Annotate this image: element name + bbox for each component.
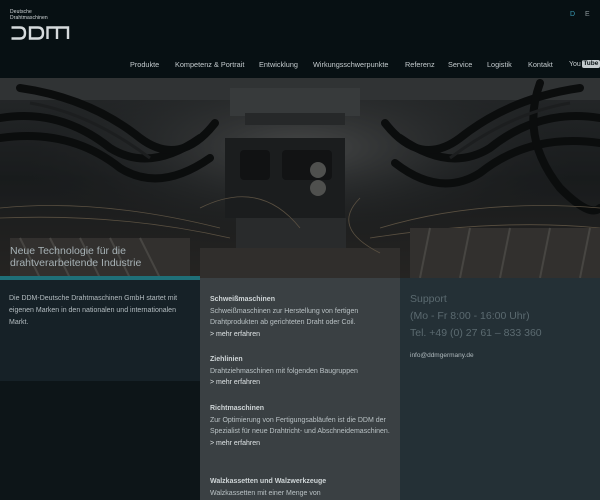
- nav-logistik[interactable]: Logistik: [487, 60, 512, 74]
- intro-panel: Die DDM-Deutsche Drahtmaschinen GmbH sta…: [0, 280, 200, 381]
- more-link[interactable]: > mehr erfahren: [210, 329, 395, 341]
- product-block-schweissmaschinen: Schweißmaschinen Schweißmaschinen zur He…: [210, 294, 395, 340]
- left-footer-area: [0, 381, 200, 500]
- youtube-link[interactable]: You Tube: [569, 60, 600, 68]
- support-email-link[interactable]: info@ddmgermany.de: [410, 352, 474, 359]
- hero-caption-line-2: drahtverarbeitende Industrie: [10, 256, 142, 269]
- product-title[interactable]: Walzkassetten und Walzwerkzeuge: [210, 476, 395, 488]
- more-link[interactable]: > mehr erfahren: [210, 377, 395, 389]
- youtube-tube-text: Tube: [581, 60, 600, 68]
- support-phone[interactable]: Tel. +49 (0) 27 61 – 833 360: [410, 325, 542, 342]
- nav-kompetenz-portrait[interactable]: Kompetenz & Portrait: [175, 60, 244, 74]
- language-en-link[interactable]: E: [585, 11, 590, 18]
- hero-caption: Neue Technologie für die drahtverarbeite…: [10, 245, 142, 269]
- logo-text[interactable]: Deutsche Drahtmaschinen: [10, 9, 48, 21]
- nav-kontakt[interactable]: Kontakt: [528, 60, 553, 74]
- support-info: Support (Mo - Fr 8:00 - 16:00 Uhr) Tel. …: [410, 291, 542, 342]
- support-panel: Support (Mo - Fr 8:00 - 16:00 Uhr) Tel. …: [400, 278, 600, 500]
- more-link[interactable]: > mehr erfahren: [210, 438, 395, 450]
- nav-entwicklung[interactable]: Entwicklung: [259, 60, 298, 74]
- product-block-richtmaschinen: Richtmaschinen Zur Optimierung von Ferti…: [210, 403, 395, 449]
- nav-wirkungsschwerpunkte[interactable]: Wirkungsschwerpunkte: [313, 60, 388, 74]
- product-title[interactable]: Richtmaschinen: [210, 403, 395, 415]
- hero-caption-line-1: Neue Technologie für die: [10, 245, 126, 257]
- product-description: Schweißmaschinen zur Herstellung von fer…: [210, 307, 359, 327]
- support-hours: (Mo - Fr 8:00 - 16:00 Uhr): [410, 310, 530, 322]
- nav-referenz[interactable]: Referenz: [405, 60, 435, 74]
- youtube-you-text: You: [569, 60, 581, 68]
- product-title[interactable]: Schweißmaschinen: [210, 294, 395, 306]
- product-block-walzkassetten: Walzkassetten und Walzwerkzeuge Walzkass…: [210, 476, 395, 499]
- hero-banner: Neue Technologie für die drahtverarbeite…: [0, 78, 600, 278]
- nav-produkte[interactable]: Produkte: [130, 60, 159, 74]
- products-panel: Schweißmaschinen Schweißmaschinen zur He…: [200, 278, 400, 500]
- logo-line-2: Drahtmaschinen: [10, 14, 48, 21]
- support-title: Support: [410, 293, 447, 305]
- product-description: Walzkassetten mit einer Menge von: [210, 489, 321, 497]
- product-description: Zur Optimierung von Fertigungsabläufen i…: [210, 416, 390, 436]
- product-block-ziehlinien: Ziehlinien Drahtziehmaschinen mit folgen…: [210, 354, 395, 389]
- product-title[interactable]: Ziehlinien: [210, 354, 395, 366]
- site-header: Deutsche Drahtmaschinen D E Produkte Kom…: [0, 0, 600, 78]
- language-de-link[interactable]: D: [570, 11, 575, 18]
- nav-service[interactable]: Service: [448, 60, 472, 74]
- product-description: Drahtziehmaschinen mit folgenden Baugrup…: [210, 367, 358, 375]
- ddm-logo-icon[interactable]: [10, 26, 70, 40]
- intro-text: Die DDM-Deutsche Drahtmaschinen GmbH sta…: [9, 295, 178, 327]
